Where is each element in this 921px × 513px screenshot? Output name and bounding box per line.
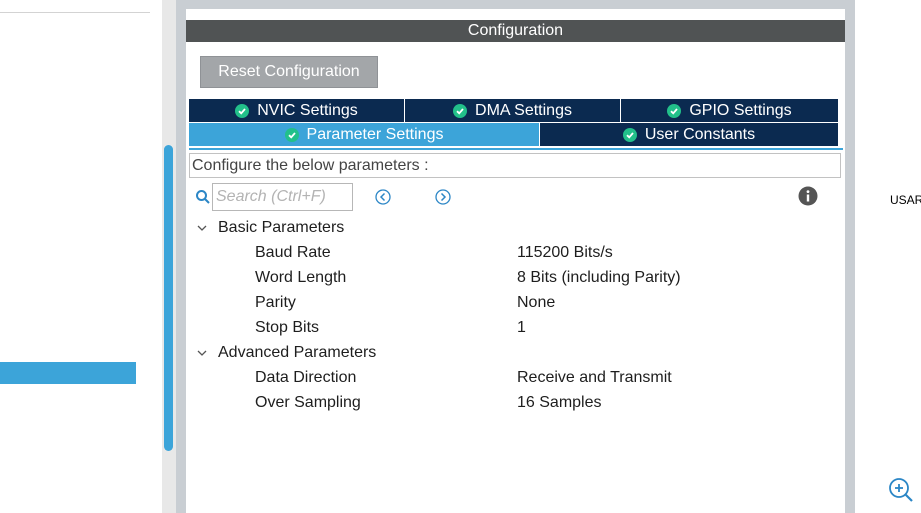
param-value[interactable]: 8 Bits (including Parity): [517, 269, 681, 287]
tab-user-constants[interactable]: User Constants: [540, 123, 838, 146]
param-name: Data Direction: [255, 369, 357, 386]
reset-configuration-label: Reset Configuration: [218, 63, 360, 80]
chevron-down-icon[interactable]: [196, 347, 208, 359]
left-scrollbar-thumb[interactable]: [164, 145, 173, 451]
param-name: Over Sampling: [255, 394, 361, 411]
tab-dma-settings[interactable]: DMA Settings: [405, 99, 621, 122]
description-text: Configure the below parameters :: [192, 156, 429, 174]
search-icon[interactable]: [195, 189, 211, 205]
tab-parameter-settings[interactable]: Parameter Settings: [189, 123, 540, 146]
configuration-title: Configuration: [467, 22, 564, 39]
frame-top-border: [186, 0, 845, 9]
previous-result-icon[interactable]: [374, 188, 392, 206]
param-value[interactable]: 115200 Bits/s: [517, 244, 613, 262]
left-panel-divider: [0, 12, 150, 13]
reset-configuration-button[interactable]: Reset Configuration: [200, 56, 378, 88]
group-advanced-parameters[interactable]: Advanced Parameters: [196, 344, 496, 364]
tab-gpio-settings[interactable]: GPIO Settings: [621, 99, 838, 122]
check-circle-icon: [667, 103, 682, 118]
param-value[interactable]: 16 Samples: [517, 394, 602, 412]
info-icon[interactable]: [798, 186, 818, 206]
param-name: Parity: [255, 294, 296, 311]
frame-left-border: [176, 0, 186, 513]
check-circle-icon: [235, 103, 250, 118]
left-panel-selected-item[interactable]: [0, 362, 136, 384]
chevron-down-icon[interactable]: [196, 222, 208, 234]
group-label: Advanced Parameters: [218, 344, 377, 361]
frame-top-gap: [186, 9, 845, 20]
frame-right-border: [845, 0, 855, 513]
app-window: Configuration Reset Configuration NVIC S…: [0, 0, 921, 513]
peripheral-label: USAR: [890, 193, 921, 207]
group-label: Basic Parameters: [218, 219, 345, 236]
tab-label: Parameter Settings: [306, 125, 444, 143]
param-value[interactable]: None: [517, 294, 555, 312]
left-panel: [0, 0, 162, 513]
parameters-description: Configure the below parameters :: [189, 153, 841, 178]
param-value[interactable]: Receive and Transmit: [517, 369, 672, 387]
configuration-header: Configuration: [186, 20, 845, 42]
tab-label: NVIC Settings: [257, 101, 358, 119]
zoom-in-icon[interactable]: [887, 476, 915, 504]
group-basic-parameters[interactable]: Basic Parameters: [196, 219, 496, 239]
check-circle-icon: [622, 127, 637, 142]
param-value[interactable]: 1: [517, 319, 526, 337]
param-name: Baud Rate: [255, 244, 331, 261]
tabs-underline: [189, 148, 843, 150]
next-result-icon[interactable]: [434, 188, 452, 206]
tab-nvic-settings[interactable]: NVIC Settings: [189, 99, 405, 122]
param-name: Stop Bits: [255, 319, 320, 336]
check-circle-icon: [284, 127, 299, 142]
param-name: Word Length: [255, 269, 347, 286]
search-input[interactable]: [212, 183, 353, 211]
tab-label: User Constants: [644, 125, 756, 143]
tab-label: DMA Settings: [475, 101, 572, 119]
tab-label: GPIO Settings: [689, 101, 792, 119]
check-circle-icon: [453, 103, 468, 118]
